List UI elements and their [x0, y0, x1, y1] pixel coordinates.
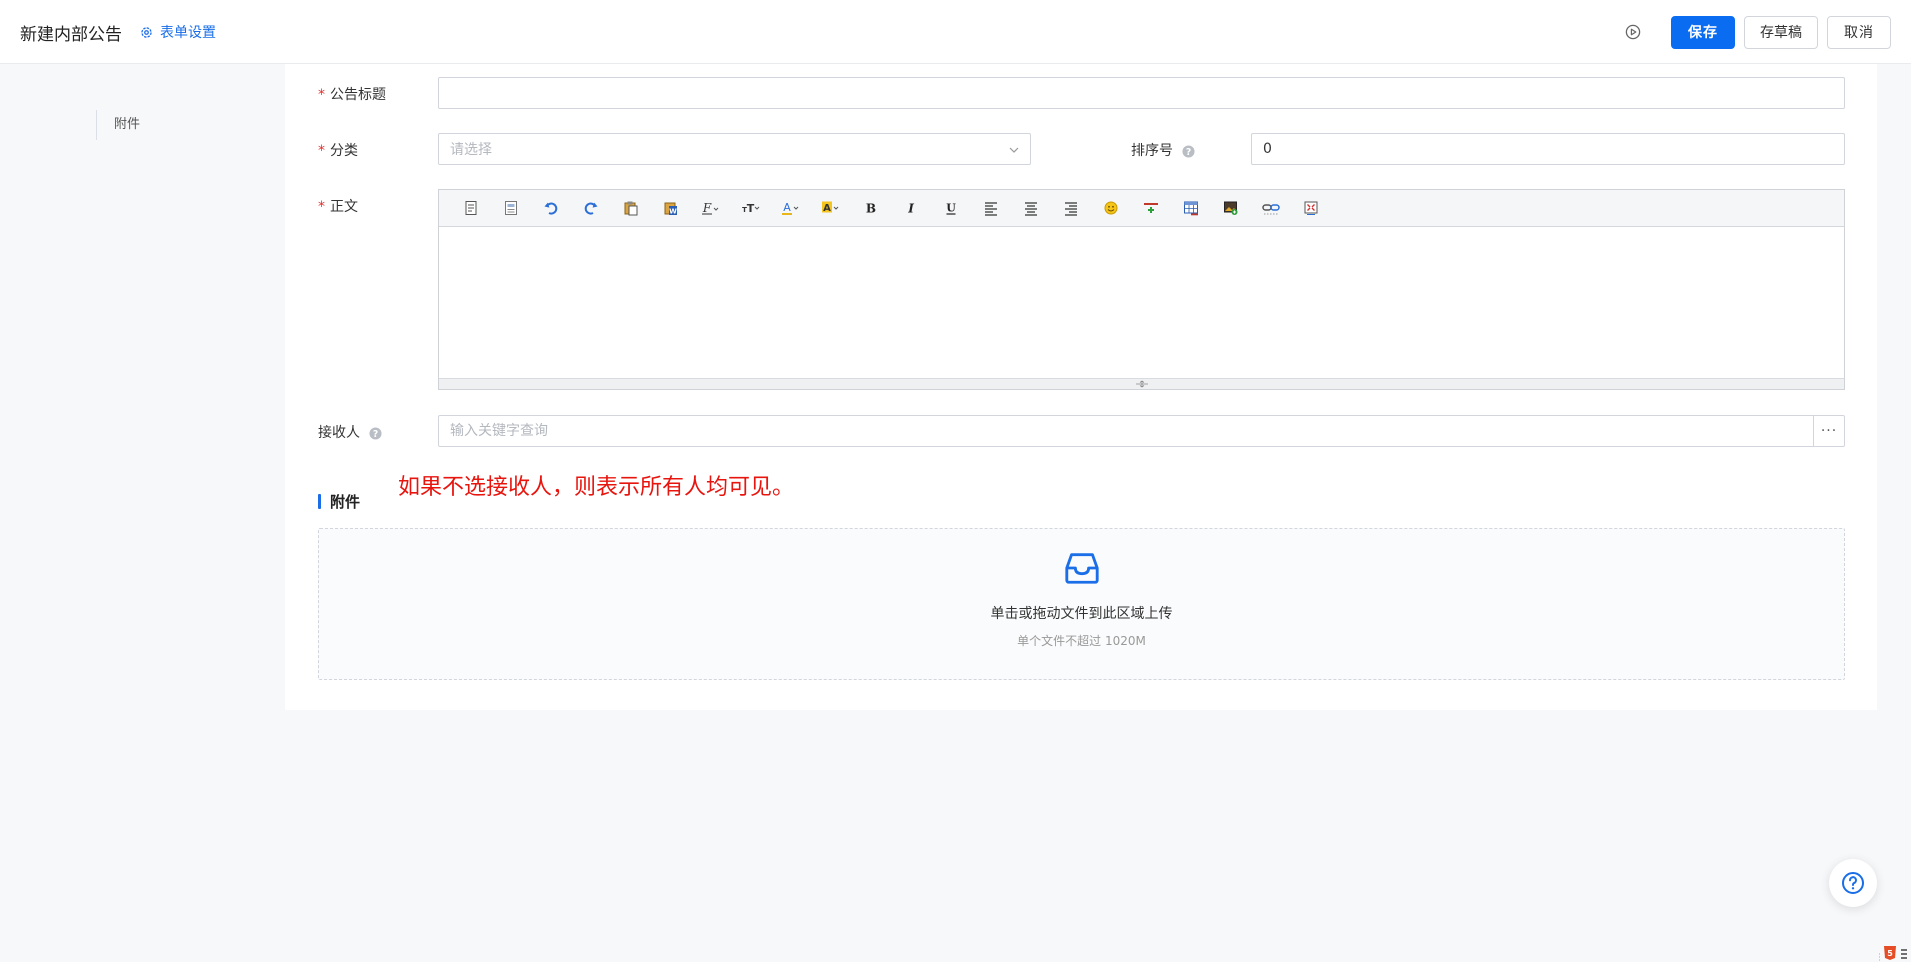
- question-icon[interactable]: ?: [369, 426, 382, 440]
- italic-icon[interactable]: I: [891, 194, 931, 222]
- svg-text:A: A: [783, 201, 791, 214]
- required-mark: *: [318, 87, 325, 103]
- gear-icon: [141, 26, 152, 38]
- svg-text:A: A: [823, 203, 831, 214]
- receiver-search-input[interactable]: [438, 415, 1814, 447]
- rich-text-editor: W F TT A A B I U: [438, 189, 1845, 390]
- svg-text:W: W: [669, 208, 677, 216]
- align-right-icon[interactable]: [1051, 194, 1091, 222]
- upload-hint: 单个文件不超过 1020M: [1017, 634, 1146, 648]
- form-panel: *公告标题 *分类 请选择 排序号 ? *正文: [285, 64, 1877, 710]
- html5-badge-icon: 5: [1879, 946, 1907, 961]
- horizontal-rule-icon[interactable]: [1131, 194, 1171, 222]
- title-label: * 公告标题: [318, 87, 386, 103]
- preview-play-icon[interactable]: [1616, 15, 1650, 49]
- resize-handle-icon: [1135, 380, 1148, 388]
- title-input[interactable]: [438, 77, 1845, 109]
- bold-icon[interactable]: B: [851, 194, 891, 222]
- question-icon[interactable]: ?: [1182, 144, 1195, 158]
- svg-text:?: ?: [1186, 146, 1191, 157]
- attachment-section-title: 附件: [318, 491, 360, 512]
- font-size-icon[interactable]: TT: [731, 194, 771, 222]
- inbox-icon: [1064, 553, 1099, 584]
- header-actions: 保存 存草稿 取消: [1616, 15, 1891, 49]
- anchor-item-attachment[interactable]: 附件: [114, 117, 140, 132]
- align-center-icon[interactable]: [1011, 194, 1051, 222]
- editor-resize-handle[interactable]: [439, 378, 1844, 389]
- sort-label: 排序号 ?: [1131, 140, 1195, 160]
- form-settings-link[interactable]: 表单设置: [140, 22, 216, 42]
- upload-dropzone[interactable]: 单击或拖动文件到此区域上传 单个文件不超过 1020M: [318, 528, 1845, 680]
- font-color-icon[interactable]: A: [771, 194, 811, 222]
- form-settings-label: 表单设置: [160, 25, 216, 41]
- body-label: * 正文: [318, 199, 358, 215]
- svg-text:T: T: [747, 202, 755, 215]
- cancel-button[interactable]: 取消: [1827, 15, 1891, 49]
- receiver-note: 如果不选接收人，则表示所有人均可见。: [398, 475, 795, 500]
- help-float-button[interactable]: [1829, 859, 1877, 907]
- link-icon[interactable]: [1251, 194, 1291, 222]
- redo-icon[interactable]: [571, 194, 611, 222]
- category-label: * 分类: [318, 143, 358, 159]
- align-left-icon[interactable]: [971, 194, 1011, 222]
- help-circle-icon: [1842, 872, 1864, 894]
- paste-icon[interactable]: [611, 194, 651, 222]
- svg-text:5: 5: [1887, 949, 1893, 958]
- page-title: 新建内部公告: [20, 25, 122, 45]
- required-mark: *: [318, 143, 325, 159]
- background-color-icon[interactable]: A: [811, 194, 851, 222]
- emoticon-icon[interactable]: [1091, 194, 1131, 222]
- svg-text:I: I: [907, 202, 914, 216]
- source-icon[interactable]: [451, 194, 491, 222]
- section-accent-bar: [318, 494, 321, 509]
- editor-toolbar: W F TT A A B I U: [439, 190, 1844, 227]
- category-select[interactable]: 请选择: [438, 133, 1031, 165]
- svg-text:B: B: [866, 202, 876, 216]
- ellipsis-icon: ···: [1820, 423, 1838, 439]
- editor-content-area[interactable]: [439, 227, 1844, 378]
- template-icon[interactable]: [491, 194, 531, 222]
- top-header: 新建内部公告 表单设置 保存 存草稿 取消: [0, 0, 1911, 64]
- table-icon[interactable]: [1171, 194, 1211, 222]
- chevron-down-icon: [1009, 147, 1019, 153]
- save-draft-button[interactable]: 存草稿: [1744, 15, 1818, 49]
- svg-text:U: U: [946, 202, 956, 215]
- corner-widget[interactable]: 5: [1877, 944, 1911, 962]
- sort-number-input[interactable]: [1251, 133, 1845, 165]
- font-family-icon[interactable]: F: [691, 194, 731, 222]
- receiver-label: 接收人 ?: [318, 422, 382, 442]
- image-icon[interactable]: [1211, 194, 1251, 222]
- receiver-more-button[interactable]: ···: [1813, 415, 1845, 447]
- upload-title: 单击或拖动文件到此区域上传: [990, 606, 1173, 622]
- undo-icon[interactable]: [531, 194, 571, 222]
- save-button[interactable]: 保存: [1671, 15, 1735, 49]
- underline-icon[interactable]: U: [931, 194, 971, 222]
- svg-text:F: F: [702, 201, 712, 215]
- anchor-nav: 附件: [96, 110, 140, 140]
- fullscreen-icon[interactable]: [1291, 194, 1331, 222]
- paste-word-icon[interactable]: W: [651, 194, 691, 222]
- category-placeholder: 请选择: [450, 142, 492, 158]
- required-mark: *: [318, 199, 325, 215]
- svg-text:?: ?: [373, 428, 378, 439]
